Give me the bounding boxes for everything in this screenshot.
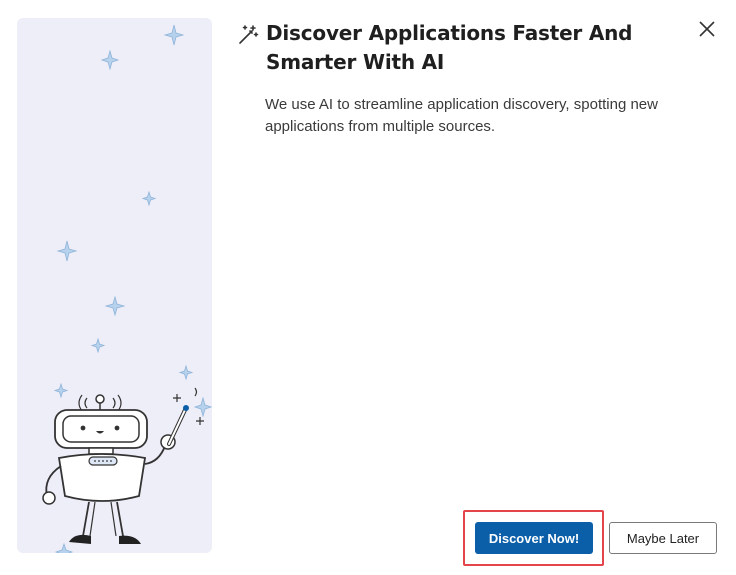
- robot-illustration: [42, 24, 212, 553]
- close-button[interactable]: [694, 16, 720, 42]
- magic-wand-icon: [236, 23, 260, 47]
- title-row: Discover Applications Faster And Smarter…: [236, 19, 656, 77]
- dialog-description: We use AI to streamline application disc…: [265, 96, 658, 135]
- illustration-panel: [17, 18, 212, 553]
- discover-now-button[interactable]: Discover Now!: [475, 522, 593, 554]
- dialog-title: Discover Applications Faster And Smarter…: [266, 21, 633, 74]
- close-icon: [699, 21, 715, 37]
- maybe-later-button[interactable]: Maybe Later: [609, 522, 717, 554]
- discover-dialog: Discover Applications Faster And Smarter…: [0, 0, 736, 575]
